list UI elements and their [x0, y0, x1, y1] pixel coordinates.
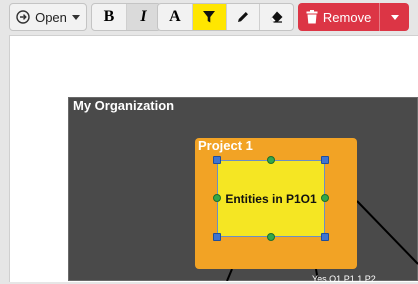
pencil-icon [237, 12, 248, 22]
bold-icon: B [103, 8, 115, 25]
fill-color-button[interactable] [191, 4, 226, 30]
eraser-button[interactable] [259, 4, 293, 30]
eraser-icon [270, 11, 283, 23]
resize-handle-top-right[interactable] [321, 156, 329, 164]
line-color-button[interactable] [225, 4, 260, 30]
entities-node[interactable]: Entities in P1O1 [217, 160, 325, 237]
resize-handle-top-left[interactable] [213, 156, 221, 164]
remove-button-label: Remove [322, 9, 372, 25]
italic-icon: I [140, 8, 147, 25]
color-tools-group: A [157, 3, 294, 31]
toolbar: Open B I A Remove [0, 0, 418, 34]
open-button-label: Open [35, 9, 67, 25]
font-color-icon: A [169, 8, 181, 25]
italic-button[interactable]: I [126, 4, 160, 30]
project-title: Project 1 [198, 138, 253, 153]
entities-label: Entities in P1O1 [225, 191, 317, 206]
connection-point-right[interactable] [321, 194, 329, 202]
remove-button[interactable]: Remove [298, 3, 379, 31]
organization-title: My Organization [73, 98, 175, 113]
connection-point-left[interactable] [213, 194, 221, 202]
font-color-button[interactable]: A [158, 4, 192, 30]
bold-button[interactable]: B [92, 4, 126, 30]
text-style-group: B I [91, 3, 161, 31]
circle-arrow-right-icon [16, 10, 30, 24]
open-button[interactable]: Open [9, 3, 87, 31]
resize-handle-bottom-left[interactable] [213, 233, 221, 241]
chevron-down-icon [71, 14, 80, 20]
remove-dropdown-toggle[interactable] [379, 3, 409, 31]
edge-label: Yes O1 P1 1 P2 [312, 274, 376, 284]
remove-button-group: Remove [298, 3, 409, 31]
trash-icon [306, 10, 318, 24]
connection-point-top[interactable] [267, 156, 275, 164]
filter-icon [203, 11, 216, 23]
resize-handle-bottom-right[interactable] [321, 233, 329, 241]
chevron-down-icon [390, 14, 399, 20]
connection-point-bottom[interactable] [267, 233, 275, 241]
